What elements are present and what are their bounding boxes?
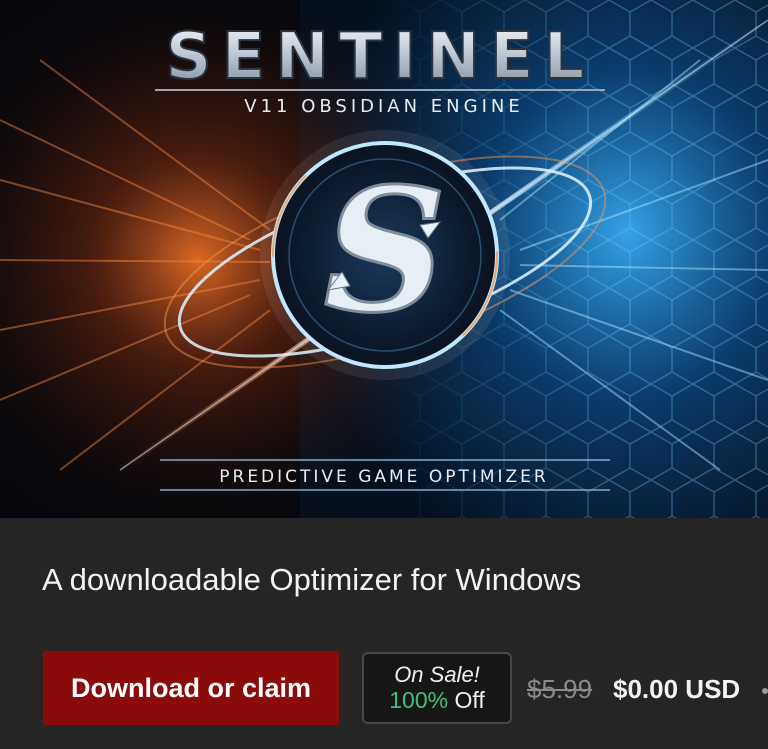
cover-artwork: S SENTINEL V11 OBSIDIAN ENGINE PREDICTIV…: [0, 0, 768, 518]
overflow-indicator: [762, 688, 768, 694]
banner-title: SENTINEL: [166, 20, 595, 94]
sale-price: $0.00 USD: [613, 674, 741, 704]
discount-suffix: Off: [448, 687, 485, 714]
sale-label: On Sale!: [394, 662, 480, 688]
discount-percent: 100%: [389, 687, 449, 714]
banner-tagline: PREDICTIVE GAME OPTIMIZER: [219, 467, 548, 487]
logo-letter: S: [324, 151, 447, 351]
original-price: $5.99: [527, 674, 593, 704]
product-description: A downloadable Optimizer for Windows: [42, 562, 582, 597]
sale-badge: On Sale! 100% Off: [362, 652, 512, 724]
cover-image: S SENTINEL V11 OBSIDIAN ENGINE PREDICTIV…: [0, 0, 768, 518]
banner-subtitle: V11 OBSIDIAN ENGINE: [244, 96, 523, 117]
download-or-claim-button[interactable]: Download or claim: [43, 651, 339, 725]
discount-line: 100% Off: [389, 687, 484, 713]
product-page: S SENTINEL V11 OBSIDIAN ENGINE PREDICTIV…: [0, 0, 768, 749]
